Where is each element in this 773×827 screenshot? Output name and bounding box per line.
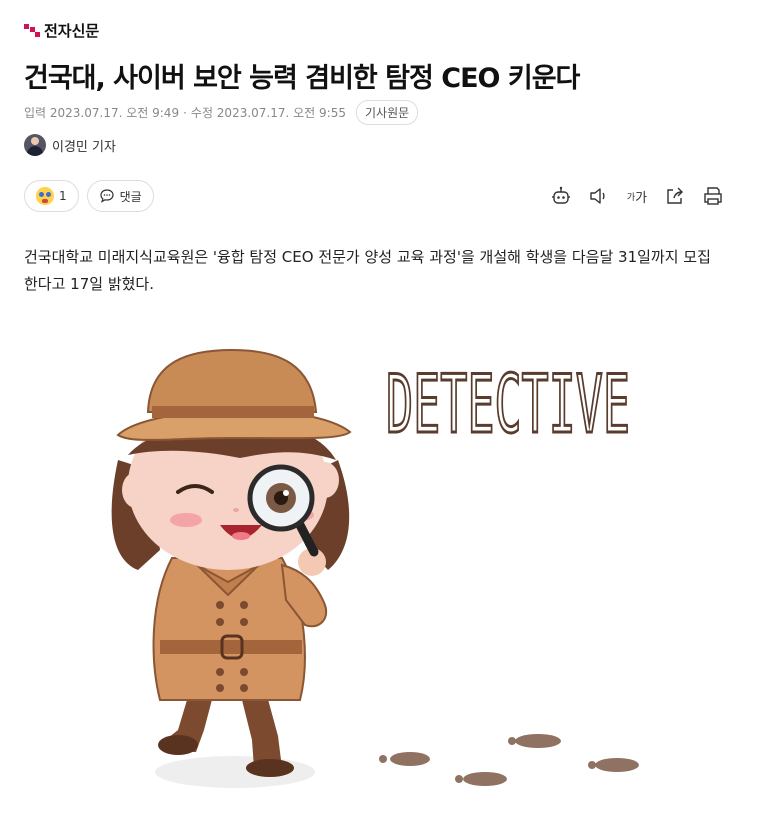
original-article-button[interactable]: 기사원문	[355, 100, 419, 125]
share-button[interactable]	[663, 184, 687, 208]
comment-label: 댓글	[119, 189, 142, 204]
avatar	[24, 134, 46, 156]
print-icon	[704, 187, 722, 205]
reaction-bar: 1 댓글	[24, 180, 154, 212]
reaction-button[interactable]: 1	[24, 180, 79, 212]
press-name[interactable]: 전자신문	[44, 20, 99, 41]
summary-robot-icon	[552, 186, 570, 204]
press-logo-icon	[24, 23, 40, 38]
comment-icon	[100, 189, 114, 203]
tts-button[interactable]	[587, 184, 611, 208]
meta-separator: ·	[183, 105, 187, 120]
comment-button[interactable]: 댓글	[86, 180, 154, 212]
reporter-byline[interactable]: 이경민 기자	[24, 134, 116, 156]
reporter-name[interactable]: 이경민 기자	[52, 136, 116, 155]
article-tools: 가가	[549, 184, 725, 208]
article-lead: 건국대학교 미래지식교육원은 '융합 탐정 CEO 전문가 양성 교육 과정'을…	[24, 248, 711, 293]
speaker-icon	[590, 188, 605, 204]
reaction-count: 1	[59, 189, 67, 203]
press-header[interactable]: 전자신문	[24, 20, 99, 41]
font-size-big-glyph: 가	[635, 190, 648, 206]
article-meta: 입력 2023.07.17. 오전 9:49 · 수정 2023.07.17. …	[24, 100, 419, 125]
print-button[interactable]	[701, 184, 725, 208]
detective-lettering: DETECTIVE	[386, 358, 630, 451]
font-size-button[interactable]: 가가	[625, 184, 649, 208]
footprints	[379, 734, 639, 786]
modified-time: 수정 2023.07.17. 오전 9:55	[190, 106, 346, 120]
font-size-small-glyph: 가	[626, 192, 636, 203]
detective-illustration: DETECTIVE	[111, 348, 639, 788]
published-time: 입력 2023.07.17. 오전 9:49	[24, 106, 180, 120]
summary-button[interactable]	[549, 184, 573, 208]
share-icon	[667, 187, 683, 204]
article-title: 건국대, 사이버 보안 능력 겸비한 탐정 CEO 키운다	[24, 63, 580, 94]
reaction-emoji-icon	[36, 187, 54, 205]
